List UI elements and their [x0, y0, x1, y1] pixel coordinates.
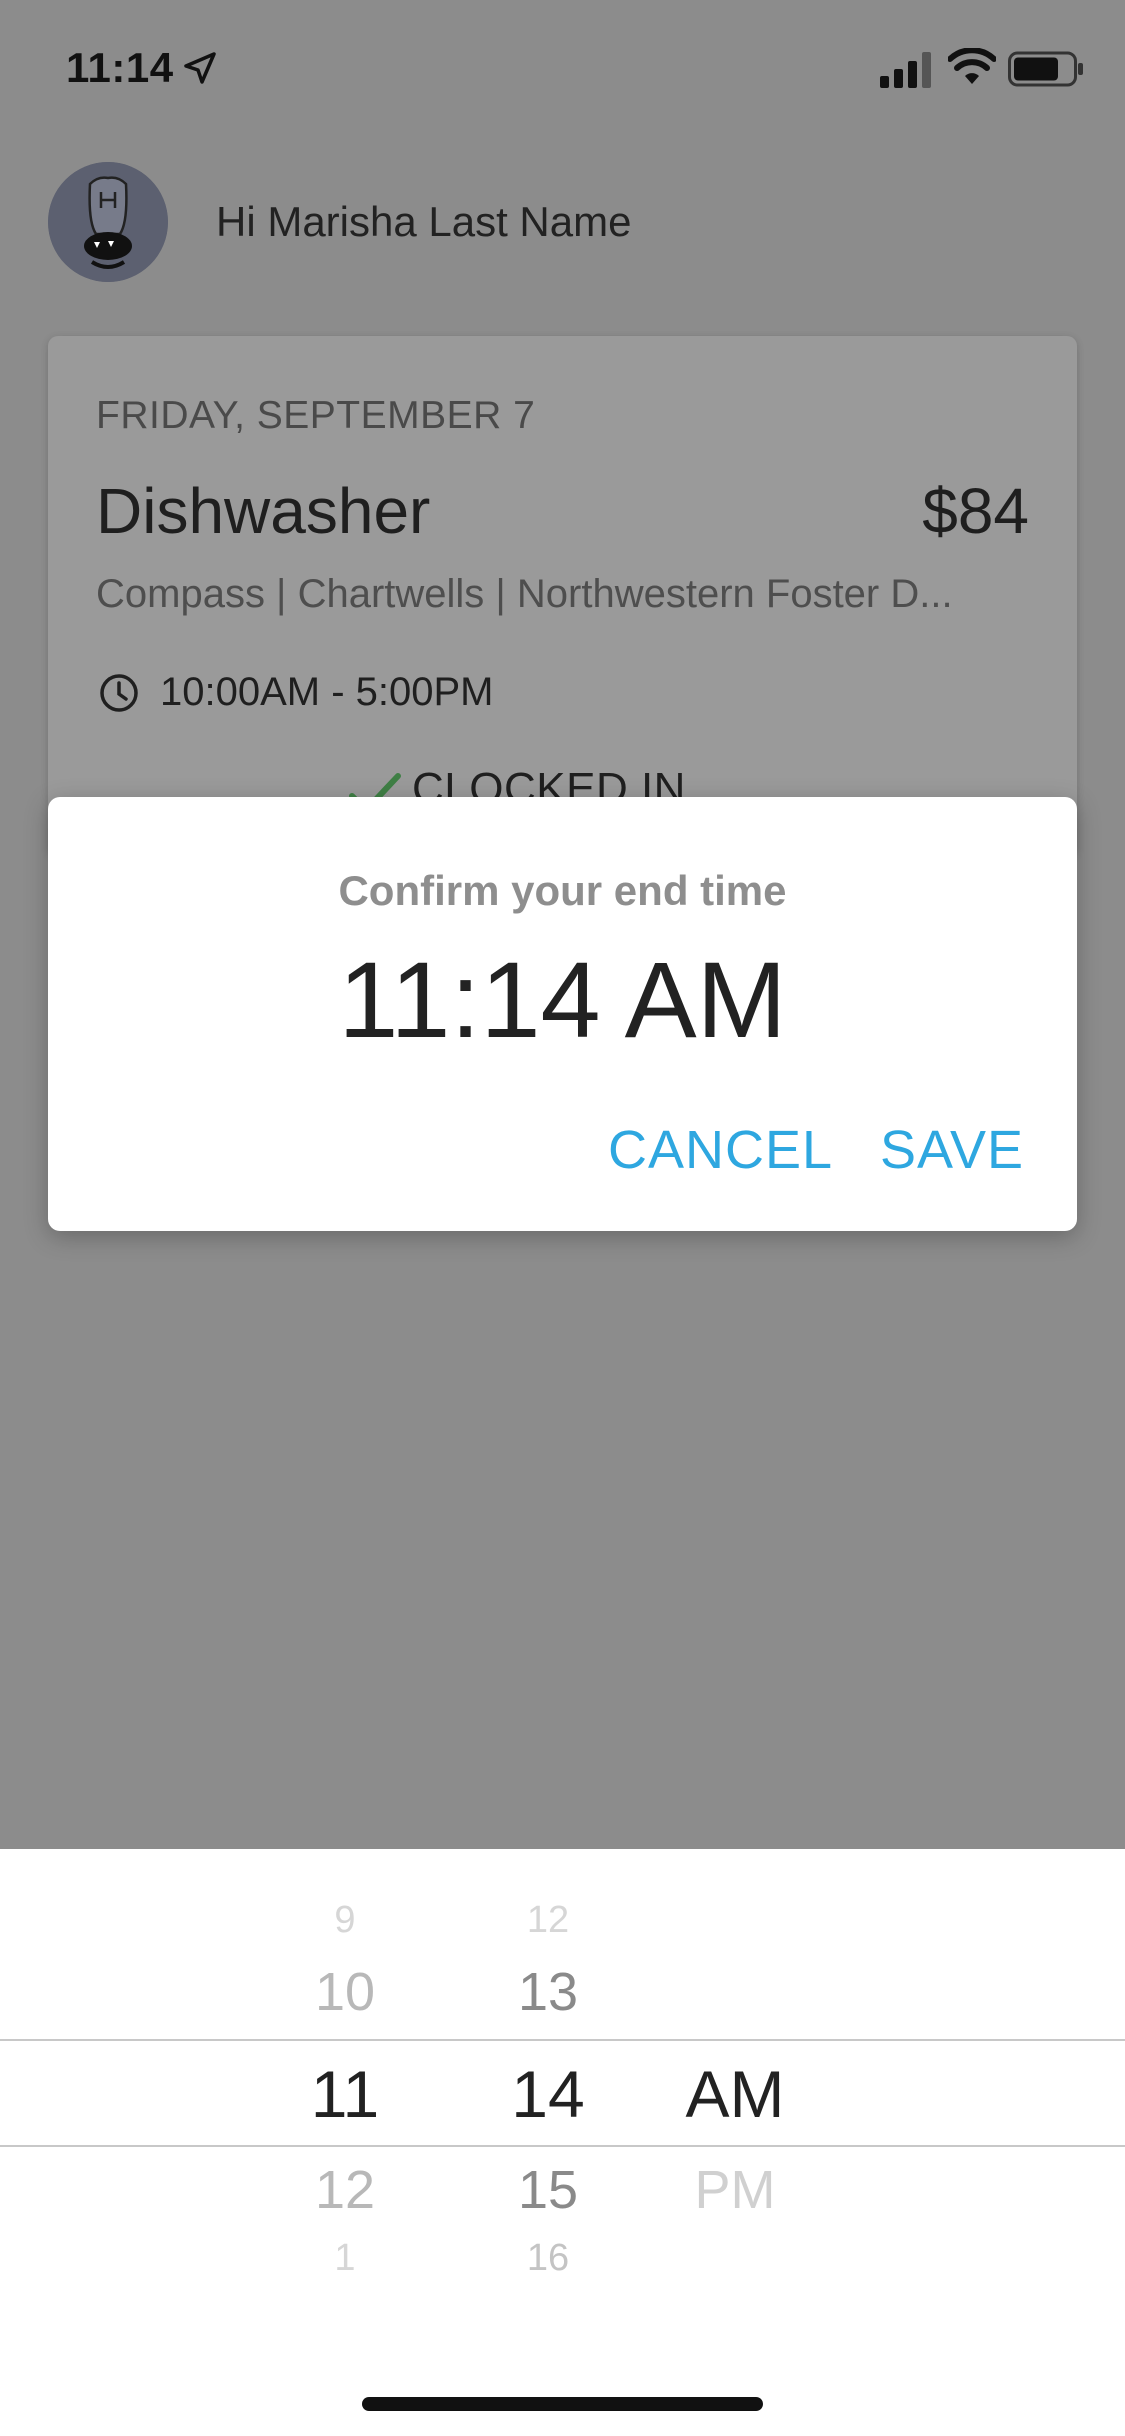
avatar[interactable]: [48, 162, 168, 282]
shift-hours: 10:00AM - 5:00PM: [160, 670, 494, 714]
dialog-title: Confirm your end time: [338, 867, 787, 914]
cellular-signal-icon: [880, 52, 931, 88]
status-bar: 11:14: [0, 0, 1125, 132]
period-picker-column[interactable]: AM PM: [670, 1849, 800, 2436]
minute-option-selected[interactable]: 14: [493, 2056, 603, 2132]
minute-option[interactable]: 15: [493, 2159, 603, 2221]
dialog-time-display: 11:14 AM: [338, 939, 787, 1060]
battery-icon: [1008, 51, 1083, 87]
save-button[interactable]: SAVE: [874, 1119, 1030, 1181]
minute-picker-column[interactable]: 12 13 14 15 16: [493, 1849, 603, 2436]
hour-picker-column[interactable]: 9 10 11 12 1: [290, 1849, 400, 2436]
hour-option[interactable]: 12: [290, 2159, 400, 2221]
greeting-text: Hi Marisha Last Name: [216, 198, 632, 245]
hour-option[interactable]: 1: [290, 2237, 400, 2280]
minute-option[interactable]: 12: [493, 1899, 603, 1942]
shift-role: Dishwasher: [96, 475, 431, 547]
hour-option[interactable]: 10: [290, 1961, 400, 2023]
avatar-monster-icon: [48, 162, 168, 282]
location-arrow-icon: [184, 52, 216, 84]
clock-icon: [100, 674, 138, 712]
shift-pay: $84: [922, 475, 1029, 547]
home-indicator[interactable]: [362, 2397, 763, 2411]
shift-location: Compass | Chartwells | Northwestern Fost…: [96, 572, 953, 616]
hour-option[interactable]: 9: [290, 1899, 400, 1942]
shift-date: FRIDAY, SEPTEMBER 7: [96, 394, 536, 437]
period-option[interactable]: PM: [670, 2159, 800, 2221]
time-picker: 9 10 11 12 1 12 13 14 15 16 AM PM: [0, 1849, 1125, 2436]
hour-option-selected[interactable]: 11: [290, 2056, 400, 2132]
wifi-icon: [948, 48, 996, 84]
cancel-button[interactable]: CANCEL: [602, 1119, 839, 1181]
minute-option[interactable]: 16: [493, 2237, 603, 2280]
shift-card[interactable]: FRIDAY, SEPTEMBER 7 Dishwasher $84 Compa…: [48, 336, 1077, 856]
confirm-end-time-dialog: Confirm your end time 11:14 AM CANCEL SA…: [48, 797, 1077, 1231]
period-option-selected[interactable]: AM: [670, 2056, 800, 2132]
status-time: 11:14: [66, 44, 174, 91]
minute-option[interactable]: 13: [493, 1961, 603, 2023]
